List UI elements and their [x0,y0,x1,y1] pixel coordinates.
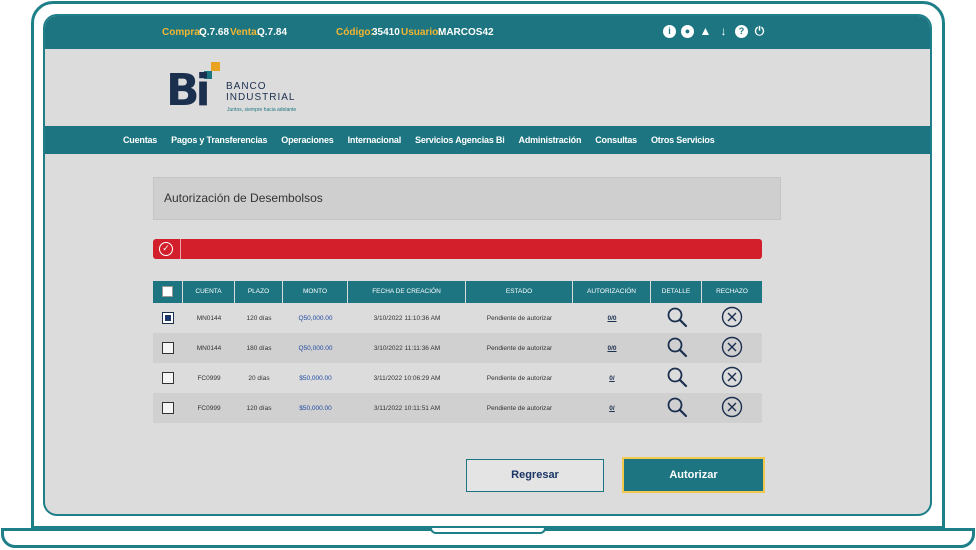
cell-monto: Q50,000.00 [298,344,333,352]
row-checkbox[interactable] [162,372,174,384]
logo-mark: Bi [166,65,211,116]
cell-monto: Q50,000.00 [298,314,333,322]
user-icon[interactable]: ● [681,25,694,38]
header-detalle: DETALLE [651,281,702,303]
select-all-checkbox[interactable] [162,286,173,297]
cell-autorizacion-link[interactable]: 0/ [573,375,651,382]
cell-plazo: 120 días [246,404,272,412]
top-icons: i ● ▲ ↓ ? ⏻ [663,25,766,38]
app-screen: Compra: Q.7.68 Venta: Q.7.84 Código: 354… [43,14,932,516]
usuario-label: Usuario: [401,27,442,38]
codigo-label: Código: [336,27,374,38]
cell-autorizacion-link[interactable]: 0/ [573,405,651,412]
logo-name-line1: BANCO [226,81,267,92]
nav-otros-servicios[interactable]: Otros Servicios [651,135,715,145]
table-row: MN0144 120 días Q50,000.00 3/10/2022 11:… [153,303,762,333]
back-button[interactable]: Regresar [466,459,604,492]
magnifier-icon[interactable] [666,396,688,418]
download-icon[interactable]: ↓ [717,25,730,38]
cell-cuenta: MN0144 [196,344,222,352]
status-alert-bar: ✓ [153,239,762,259]
alert-divider [180,239,181,259]
cell-cuenta: FC0999 [197,404,221,412]
cell-estado: Pendiente de autorizar [486,344,553,352]
header-cuenta: CUENTA [183,281,235,303]
nav-servicios-agencias[interactable]: Servicios Agencias Bi [415,135,505,145]
bulb-icon[interactable]: ▲ [699,25,712,38]
nav-cuentas[interactable]: Cuentas [123,135,157,145]
usuario-value: MARCOS42 [438,27,494,38]
table-header: CUENTA PLAZO MONTO FECHA DE CREACIÓN EST… [153,281,762,303]
row-checkbox[interactable] [162,342,174,354]
magnifier-icon[interactable] [666,366,688,388]
reject-x-circle-icon[interactable] [721,306,743,328]
nav-consultas[interactable]: Consultas [595,135,637,145]
cell-plazo: 20 días [248,374,270,382]
logo-square-gold [211,62,220,71]
cell-estado: Pendiente de autorizar [486,404,553,412]
header-autorizacion: AUTORIZACIÓN [573,281,651,303]
magnifier-icon[interactable] [666,306,688,328]
header-monto: MONTO [283,281,348,303]
table-row: MN0144 180 días Q50,000.00 3/10/2022 11:… [153,333,762,363]
nav-internacional[interactable]: Internacional [348,135,402,145]
help-icon[interactable]: ? [735,25,748,38]
cell-autorizacion-link[interactable]: 0/0 [573,315,651,322]
page-title: Autorización de Desembolsos [164,191,323,205]
cell-monto: $50,000.00 [299,404,332,412]
cell-plazo: 120 días [246,314,272,322]
reject-x-circle-icon[interactable] [721,366,743,388]
header-plazo: PLAZO [235,281,283,303]
cell-fecha: 3/10/2022 11:10:36 AM [373,314,441,322]
nav-pagos-transferencias[interactable]: Pagos y Transferencias [171,135,267,145]
reject-x-circle-icon[interactable] [721,396,743,418]
bank-logo[interactable]: Bi BANCO INDUSTRIAL Juntos, siempre haci… [166,61,366,121]
cell-plazo: 180 días [246,344,272,352]
logo-name-line2: INDUSTRIAL [226,92,296,103]
header-fecha: FECHA DE CREACIÓN [348,281,466,303]
compra-value: Q.7.68 [199,27,230,38]
cell-fecha: 3/11/2022 10:11:51 AM [373,404,441,412]
venta-value: Q.7.84 [257,27,288,38]
table-row: FC0999 20 días $50,000.00 3/11/2022 10:0… [153,363,762,393]
header-rechazo: RECHAZO [716,288,748,295]
row-checkbox[interactable] [162,312,174,324]
cell-cuenta: FC0999 [197,374,221,382]
authorize-button[interactable]: Autorizar [622,457,765,493]
table-row: FC0999 120 días $50,000.00 3/11/2022 10:… [153,393,762,423]
header-estado: ESTADO [466,281,573,303]
info-icon[interactable]: i [663,25,676,38]
main-nav: Cuentas Pagos y Transferencias Operacion… [45,126,930,154]
logo-slogan: Juntos, siempre hacia adelante [227,107,297,113]
cell-estado: Pendiente de autorizar [486,314,553,322]
header-select-all [153,281,183,303]
codigo-value: 35410 [372,27,400,38]
disbursements-table: CUENTA PLAZO MONTO FECHA DE CREACIÓN EST… [153,281,762,423]
cell-monto: $50,000.00 [299,374,332,382]
venta-label: Venta: [230,27,261,38]
magnifier-icon[interactable] [666,336,688,358]
laptop-notch [430,528,546,534]
logo-name: BANCO INDUSTRIAL [226,81,295,103]
row-checkbox[interactable] [162,402,174,414]
cell-estado: Pendiente de autorizar [486,374,553,382]
nav-administracion[interactable]: Administración [519,135,582,145]
power-icon[interactable]: ⏻ [753,25,766,38]
cell-fecha: 3/11/2022 10:06:29 AM [373,374,441,382]
check-circle-icon: ✓ [159,242,173,256]
top-info-bar: Compra: Q.7.68 Venta: Q.7.84 Código: 354… [45,16,930,49]
nav-operaciones[interactable]: Operaciones [281,135,334,145]
cell-cuenta: MN0144 [196,314,222,322]
compra-label: Compra: [162,27,204,38]
cell-autorizacion-link[interactable]: 0/0 [573,345,651,352]
cell-fecha: 3/10/2022 11:11:36 AM [373,344,441,352]
reject-x-circle-icon[interactable] [721,336,743,358]
page-title-panel: Autorización de Desembolsos [153,177,781,220]
